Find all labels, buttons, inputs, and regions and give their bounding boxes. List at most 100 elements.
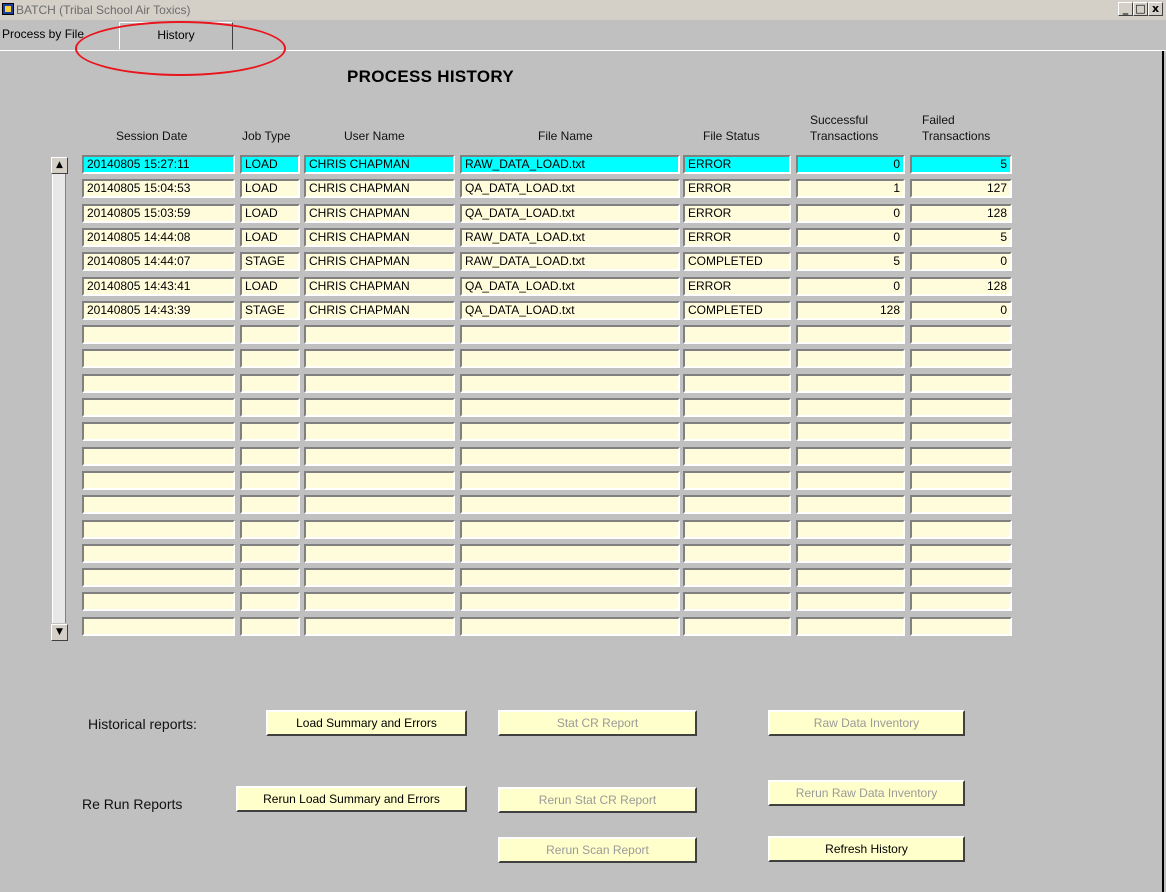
cell-file-name[interactable]	[460, 422, 680, 442]
cell-file-status[interactable]	[683, 592, 791, 612]
cell-session-date[interactable]	[82, 592, 235, 612]
cell-successful-transactions[interactable]: 1	[796, 179, 905, 199]
rerun-load-summary-errors-button[interactable]: Rerun Load Summary and Errors	[236, 786, 467, 812]
cell-file-status[interactable]: ERROR	[683, 203, 791, 223]
cell-file-status[interactable]	[683, 349, 791, 369]
cell-user-name[interactable]	[304, 470, 455, 490]
cell-failed-transactions[interactable]	[910, 349, 1012, 369]
rerun-raw-data-inventory-button[interactable]: Rerun Raw Data Inventory	[768, 780, 965, 806]
cell-session-date[interactable]: 20140805 14:44:08	[82, 227, 235, 247]
cell-file-name[interactable]: QA_DATA_LOAD.txt	[460, 276, 680, 296]
cell-job-type[interactable]	[240, 543, 300, 563]
cell-failed-transactions[interactable]	[910, 495, 1012, 515]
tab-process-by-file[interactable]: Process by File	[2, 22, 92, 48]
cell-successful-transactions[interactable]	[796, 446, 905, 466]
cell-successful-transactions[interactable]: 0	[796, 276, 905, 296]
cell-file-name[interactable]	[460, 398, 680, 417]
cell-failed-transactions[interactable]: 0	[910, 300, 1012, 320]
cell-file-status[interactable]	[683, 616, 791, 636]
cell-file-name[interactable]: RAW_DATA_LOAD.txt	[460, 227, 680, 247]
cell-session-date[interactable]	[82, 325, 235, 345]
cell-failed-transactions[interactable]	[910, 592, 1012, 612]
cell-file-status[interactable]: COMPLETED	[683, 300, 791, 320]
cell-file-name[interactable]: RAW_DATA_LOAD.txt	[460, 252, 680, 272]
cell-file-status[interactable]: ERROR	[683, 227, 791, 247]
cell-job-type[interactable]	[240, 398, 300, 417]
maximize-button[interactable]: □	[1133, 2, 1148, 16]
rerun-stat-cr-report-button[interactable]: Rerun Stat CR Report	[498, 787, 697, 813]
cell-failed-transactions[interactable]: 5	[910, 155, 1012, 174]
cell-file-name[interactable]	[460, 446, 680, 466]
cell-successful-transactions[interactable]: 0	[796, 203, 905, 223]
cell-file-name[interactable]	[460, 470, 680, 490]
cell-session-date[interactable]: 20140805 15:04:53	[82, 179, 235, 199]
cell-failed-transactions[interactable]: 128	[910, 276, 1012, 296]
cell-session-date[interactable]: 20140805 15:03:59	[82, 203, 235, 223]
cell-job-type[interactable]	[240, 470, 300, 490]
cell-job-type[interactable]: STAGE	[240, 300, 300, 320]
cell-job-type[interactable]: LOAD	[240, 179, 300, 199]
cell-successful-transactions[interactable]: 0	[796, 227, 905, 247]
cell-session-date[interactable]	[82, 616, 235, 636]
cell-user-name[interactable]: CHRIS CHAPMAN	[304, 252, 455, 272]
cell-file-status[interactable]	[683, 519, 791, 539]
cell-successful-transactions[interactable]	[796, 568, 905, 588]
cell-file-status[interactable]: ERROR	[683, 155, 791, 174]
cell-file-name[interactable]: RAW_DATA_LOAD.txt	[460, 155, 680, 174]
cell-user-name[interactable]: CHRIS CHAPMAN	[304, 227, 455, 247]
cell-failed-transactions[interactable]	[910, 325, 1012, 345]
cell-file-name[interactable]	[460, 592, 680, 612]
cell-user-name[interactable]	[304, 325, 455, 345]
refresh-history-button[interactable]: Refresh History	[768, 836, 965, 862]
cell-user-name[interactable]: CHRIS CHAPMAN	[304, 276, 455, 296]
cell-file-name[interactable]	[460, 543, 680, 563]
cell-file-status[interactable]	[683, 373, 791, 393]
rerun-scan-report-button[interactable]: Rerun Scan Report	[498, 837, 697, 863]
cell-successful-transactions[interactable]	[796, 543, 905, 563]
cell-file-name[interactable]: QA_DATA_LOAD.txt	[460, 203, 680, 223]
minimize-button[interactable]: _	[1118, 2, 1133, 16]
cell-session-date[interactable]	[82, 349, 235, 369]
cell-session-date[interactable]: 20140805 14:43:39	[82, 300, 235, 320]
cell-job-type[interactable]: STAGE	[240, 252, 300, 272]
cell-job-type[interactable]	[240, 422, 300, 442]
cell-job-type[interactable]: LOAD	[240, 276, 300, 296]
cell-session-date[interactable]	[82, 373, 235, 393]
cell-session-date[interactable]	[82, 422, 235, 442]
cell-successful-transactions[interactable]: 5	[796, 252, 905, 272]
cell-user-name[interactable]: CHRIS CHAPMAN	[304, 179, 455, 199]
cell-file-name[interactable]	[460, 616, 680, 636]
cell-session-date[interactable]: 20140805 14:43:41	[82, 276, 235, 296]
cell-failed-transactions[interactable]	[910, 422, 1012, 442]
cell-user-name[interactable]	[304, 592, 455, 612]
cell-successful-transactions[interactable]	[796, 519, 905, 539]
cell-successful-transactions[interactable]	[796, 495, 905, 515]
cell-user-name[interactable]	[304, 373, 455, 393]
cell-failed-transactions[interactable]	[910, 616, 1012, 636]
cell-file-status[interactable]	[683, 325, 791, 345]
scrollbar-track[interactable]	[52, 173, 66, 623]
cell-job-type[interactable]: LOAD	[240, 155, 300, 174]
cell-successful-transactions[interactable]	[796, 592, 905, 612]
cell-session-date[interactable]: 20140805 14:44:07	[82, 252, 235, 272]
cell-file-name[interactable]	[460, 568, 680, 588]
cell-user-name[interactable]	[304, 446, 455, 466]
cell-user-name[interactable]: CHRIS CHAPMAN	[304, 203, 455, 223]
cell-failed-transactions[interactable]	[910, 470, 1012, 490]
cell-job-type[interactable]	[240, 349, 300, 369]
cell-user-name[interactable]	[304, 543, 455, 563]
cell-file-name[interactable]	[460, 373, 680, 393]
cell-user-name[interactable]	[304, 495, 455, 515]
cell-file-status[interactable]	[683, 422, 791, 442]
cell-file-status[interactable]	[683, 446, 791, 466]
cell-job-type[interactable]	[240, 446, 300, 466]
cell-session-date[interactable]	[82, 398, 235, 417]
cell-user-name[interactable]: CHRIS CHAPMAN	[304, 300, 455, 320]
cell-failed-transactions[interactable]	[910, 519, 1012, 539]
cell-job-type[interactable]	[240, 568, 300, 588]
cell-failed-transactions[interactable]: 0	[910, 252, 1012, 272]
cell-file-name[interactable]	[460, 495, 680, 515]
cell-job-type[interactable]	[240, 616, 300, 636]
cell-file-status[interactable]: ERROR	[683, 276, 791, 296]
cell-session-date[interactable]	[82, 568, 235, 588]
